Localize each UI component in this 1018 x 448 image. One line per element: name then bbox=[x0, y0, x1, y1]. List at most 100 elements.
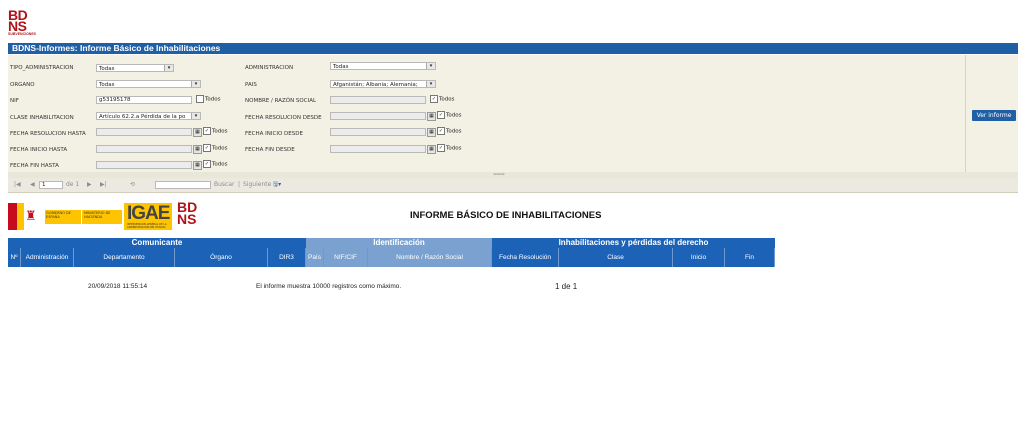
export-icon[interactable]: 🖫▾ bbox=[273, 178, 281, 192]
f-fin-hasta-input[interactable] bbox=[96, 161, 192, 169]
page-number-input[interactable]: 1 bbox=[39, 181, 63, 189]
f-ini-desde-todos-label: Todos bbox=[446, 128, 462, 135]
col-organo: Órgano bbox=[175, 248, 268, 267]
bdns-report-logo: BD NS bbox=[177, 200, 197, 226]
report-date: 20/09/2018 11:55:14 bbox=[88, 283, 148, 290]
checkmark-icon[interactable]: ✓ bbox=[203, 127, 211, 135]
first-page-icon[interactable]: |◀ bbox=[14, 178, 21, 192]
label-tipo-admin: TIPO_ADMINISTRACION bbox=[10, 65, 74, 71]
col-fecha-resolucion: Fecha Resolución bbox=[492, 248, 559, 267]
calendar-icon[interactable]: ▦ bbox=[193, 128, 202, 137]
nif-todos-checkbox[interactable]: Todos bbox=[196, 95, 221, 104]
next-page-icon[interactable]: ▶ bbox=[87, 178, 92, 192]
page-count-label: de 1 bbox=[66, 181, 80, 188]
chevron-down-icon[interactable]: ▾ bbox=[426, 81, 435, 87]
ver-informe-button[interactable]: Ver informe bbox=[972, 110, 1016, 121]
logo-line2: NS bbox=[8, 18, 27, 34]
organo-value: Todas bbox=[99, 82, 115, 88]
calendar-icon[interactable]: ▦ bbox=[193, 161, 202, 170]
flag-yellow-stripe bbox=[17, 203, 24, 230]
f-fin-desde-todos-label: Todos bbox=[446, 145, 462, 152]
f-res-hasta-todos-label: Todos bbox=[212, 128, 228, 135]
label-f-fin-desde: FECHA FIN DESDE bbox=[245, 147, 295, 153]
last-page-icon[interactable]: ▶| bbox=[100, 178, 107, 192]
label-f-res-hasta: FECHA RESOLUCION HASTA bbox=[10, 131, 86, 137]
label-clase: CLASE INHABILITACION bbox=[10, 115, 74, 121]
checkmark-icon[interactable]: ✓ bbox=[437, 127, 445, 135]
label-organo: ORGANO bbox=[10, 82, 35, 88]
organo-select[interactable]: Todas ▾ bbox=[96, 80, 201, 88]
gobierno-text: GOBIERNO DE ESPAÑA bbox=[46, 211, 71, 219]
nif-input[interactable]: g53195178 bbox=[96, 96, 192, 104]
chevron-down-icon[interactable]: ▾ bbox=[191, 81, 200, 87]
nombre-input[interactable] bbox=[330, 96, 426, 104]
chevron-down-icon[interactable]: ▾ bbox=[426, 63, 435, 69]
checkmark-icon[interactable]: ✓ bbox=[430, 95, 438, 103]
f-res-desde-todos-label: Todos bbox=[446, 112, 462, 119]
f-res-hasta-todos-checkbox[interactable]: ✓ Todos bbox=[203, 127, 228, 136]
pais-value: Afganistán; Albania; Alemania; bbox=[333, 82, 418, 88]
report-title: INFORME BÁSICO DE INHABILITACIONES bbox=[410, 210, 602, 221]
find-link[interactable]: Buscar bbox=[214, 178, 235, 192]
administracion-value: Todas bbox=[333, 64, 349, 70]
checkbox-icon[interactable] bbox=[196, 95, 204, 103]
nombre-todos-checkbox[interactable]: ✓ Todos bbox=[430, 95, 455, 104]
f-res-desde-todos-checkbox[interactable]: ✓ Todos bbox=[437, 111, 462, 120]
ministerio-text: MINISTERIO DE HACIENDA bbox=[84, 211, 111, 219]
administracion-select[interactable]: Todas ▾ bbox=[330, 62, 436, 70]
label-f-ini-desde: FECHA INICIO DESDE bbox=[245, 131, 303, 137]
f-fin-hasta-todos-checkbox[interactable]: ✓ Todos bbox=[203, 160, 228, 169]
f-ini-desde-todos-checkbox[interactable]: ✓ Todos bbox=[437, 127, 462, 136]
col-clase: Clase bbox=[559, 248, 673, 267]
prev-page-icon[interactable]: ◀ bbox=[30, 178, 35, 192]
tipo-admin-select[interactable]: Todas ▾ bbox=[96, 64, 174, 72]
igae-logo-text: IGAE bbox=[127, 203, 170, 224]
f-ini-hasta-todos-label: Todos bbox=[212, 145, 228, 152]
f-ini-hasta-todos-checkbox[interactable]: ✓ Todos bbox=[203, 144, 228, 153]
gobierno-logo: ♜ GOBIERNO DE ESPAÑA MINISTERIO DE HACIE… bbox=[8, 203, 122, 230]
find-next-link[interactable]: Siguiente bbox=[243, 178, 271, 192]
f-fin-desde-todos-checkbox[interactable]: ✓ Todos bbox=[437, 144, 462, 153]
checkmark-icon[interactable]: ✓ bbox=[437, 111, 445, 119]
nif-todos-label: Todos bbox=[205, 96, 221, 103]
chevron-down-icon[interactable]: ▾ bbox=[191, 113, 200, 119]
col-administracion: Administración bbox=[21, 248, 74, 267]
refresh-icon[interactable]: ⟲ bbox=[130, 178, 135, 192]
bdns-logo: BD NS SUBVENCIONES bbox=[8, 8, 46, 42]
label-administracion: ADMINISTRACION bbox=[245, 65, 294, 71]
pais-select[interactable]: Afganistán; Albania; Alemania; ▾ bbox=[330, 80, 436, 88]
calendar-icon[interactable]: ▦ bbox=[427, 112, 436, 121]
splitter-grip-icon[interactable]: ▬▬▬▬ bbox=[486, 173, 512, 176]
logo-sub: SUBVENCIONES bbox=[8, 32, 37, 36]
page-title: BDNS-Informes: Informe Básico de Inhabil… bbox=[8, 43, 1018, 54]
f-ini-hasta-input[interactable] bbox=[96, 145, 192, 153]
col-nif-cif: NIF/CIF bbox=[324, 248, 368, 267]
col-dir3: DIR3 bbox=[268, 248, 306, 267]
flag-red-stripe bbox=[8, 203, 17, 230]
f-ini-desde-input[interactable] bbox=[330, 128, 426, 136]
checkmark-icon[interactable]: ✓ bbox=[203, 144, 211, 152]
f-res-hasta-input[interactable] bbox=[96, 128, 192, 136]
find-separator: | bbox=[238, 181, 241, 188]
col-departamento: Departamento bbox=[74, 248, 175, 267]
report-pages: 1 de 1 bbox=[555, 282, 578, 291]
calendar-icon[interactable]: ▦ bbox=[427, 128, 436, 137]
group-comunicante: Comunicante bbox=[8, 238, 306, 248]
calendar-icon[interactable]: ▦ bbox=[193, 145, 202, 154]
checkmark-icon[interactable]: ✓ bbox=[203, 160, 211, 168]
f-fin-desde-input[interactable] bbox=[330, 145, 426, 153]
col-fin: Fin bbox=[725, 248, 775, 267]
clase-select[interactable]: Artículo 62.2.a Pérdida de la po ▾ bbox=[96, 112, 201, 120]
tipo-admin-value: Todas bbox=[99, 66, 115, 72]
col-pais: País bbox=[306, 248, 324, 267]
label-f-fin-hasta: FECHA FIN HASTA bbox=[10, 163, 59, 169]
calendar-icon[interactable]: ▦ bbox=[427, 145, 436, 154]
find-input[interactable] bbox=[155, 181, 211, 189]
label-pais: PAIS bbox=[245, 82, 257, 88]
f-res-desde-input[interactable] bbox=[330, 112, 426, 120]
col-nombre-razon-social: Nombre / Razón Social bbox=[368, 248, 492, 267]
clase-value: Artículo 62.2.a Pérdida de la po bbox=[99, 114, 186, 120]
chevron-down-icon[interactable]: ▾ bbox=[164, 65, 173, 71]
checkmark-icon[interactable]: ✓ bbox=[437, 144, 445, 152]
label-f-ini-hasta: FECHA INICIO HASTA bbox=[10, 147, 68, 153]
